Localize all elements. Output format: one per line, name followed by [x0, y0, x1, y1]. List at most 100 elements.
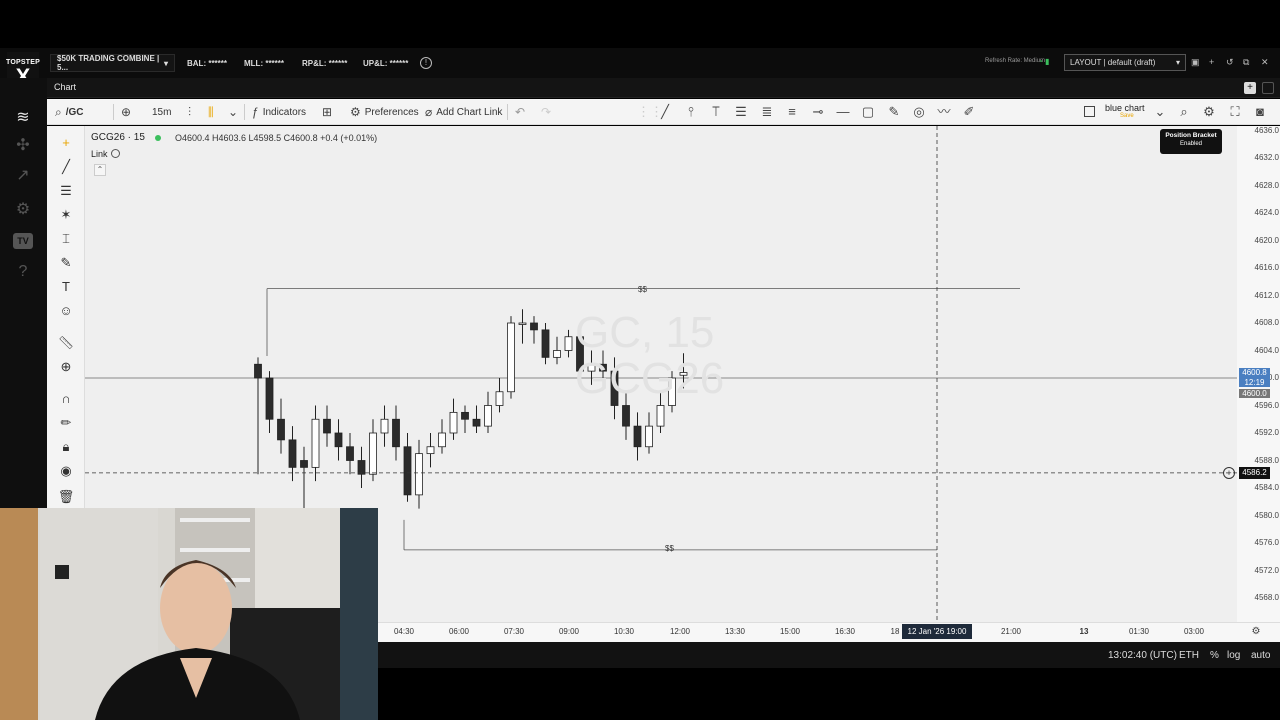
axis-settings-icon[interactable]: ⚙ — [1247, 623, 1265, 641]
circle-tool-icon[interactable]: ◎ — [910, 103, 928, 121]
emoji-icon[interactable]: ☺ — [56, 302, 76, 320]
text-tool-icon[interactable]: ⟙ — [707, 103, 725, 121]
crosshair-icon[interactable]: + — [56, 134, 76, 152]
preferences-button[interactable]: ⚙ Preferences — [350, 99, 419, 125]
add-chart-link-button[interactable]: ⌀ Add Chart Link — [425, 99, 502, 125]
chart-type-dropdown[interactable]: ⌄ — [228, 99, 242, 125]
camera-icon[interactable]: ◙ — [1251, 103, 1269, 121]
zoom-in-icon[interactable]: ⊕ — [56, 358, 76, 376]
trash-icon[interactable]: 🗑︎ — [56, 488, 76, 506]
gear-icon[interactable]: ⚙ — [1200, 103, 1218, 121]
zoom-icon[interactable]: ⌕ — [1175, 103, 1193, 121]
undo-icon[interactable]: ↺ — [1226, 57, 1234, 68]
pitchfork-tool-icon[interactable]: ⫯ — [682, 103, 700, 121]
horizontal-ray-tool-icon[interactable]: ⊸ — [809, 103, 827, 121]
help-nav-icon[interactable]: ? — [11, 262, 35, 282]
network-nav-icon[interactable]: ✣ — [11, 136, 35, 156]
grid-icon: ⊞ — [322, 105, 333, 119]
save-layout-icon[interactable]: ▣ — [1191, 57, 1200, 68]
fib-tool-icon[interactable]: ☰ — [732, 103, 750, 121]
interval-label: 15m — [152, 106, 172, 118]
log-toggle[interactable]: log — [1227, 650, 1240, 661]
candle-body — [461, 411, 469, 420]
fullscreen-icon[interactable]: ⛶ — [1226, 103, 1244, 121]
pen-tool-icon[interactable]: ✐ — [960, 103, 978, 121]
drag-handle-icon[interactable]: ⋮⋮ — [637, 103, 663, 121]
watermark-line-2: GCG26 — [575, 354, 725, 403]
channel-tool-icon[interactable]: ≣ — [758, 103, 776, 121]
bar-style-button[interactable]: ⫶ — [188, 99, 195, 125]
trend-nav-icon[interactable]: ↗ — [11, 166, 35, 186]
measure-icon[interactable]: ⌶ — [56, 230, 76, 248]
candle-style-button[interactable]: ⫼ — [208, 99, 218, 125]
path-tool-icon[interactable]: 〰 — [935, 103, 953, 121]
candle-body — [357, 460, 366, 475]
candle-body — [334, 432, 343, 448]
settings-nav-icon[interactable]: ⚙ — [11, 200, 35, 220]
lock-drawing-icon[interactable]: ✏ — [56, 414, 76, 432]
layout-name[interactable]: blue chart — [1105, 103, 1145, 113]
candle-body — [656, 405, 665, 427]
utc-clock[interactable]: 13:02:40 (UTC) — [1108, 650, 1177, 661]
add-order-icon[interactable]: + — [1223, 467, 1235, 479]
close-icon[interactable]: ✕ — [1261, 57, 1269, 68]
symbol-search[interactable]: ⌕ /GC — [55, 99, 84, 125]
compare-button[interactable]: ⊕ — [121, 99, 135, 125]
pattern-icon[interactable]: ✶ — [56, 206, 76, 224]
session-toggle[interactable]: ETH — [1179, 650, 1199, 661]
collapse-legend-icon[interactable]: ⌃ — [94, 164, 106, 176]
brush-icon[interactable]: ✎ — [56, 254, 76, 272]
candle-body — [254, 363, 262, 379]
rectangle-tool-icon[interactable]: ▢ — [859, 103, 877, 121]
add-panel-icon[interactable]: + — [1244, 82, 1256, 94]
add-icon[interactable]: + — [1209, 57, 1214, 67]
layout-select[interactable]: LAYOUT | default (draft) ▾ — [1064, 54, 1186, 71]
time-axis-label: 10:30 — [613, 627, 635, 636]
balance-metric: BAL: ****** — [187, 58, 228, 68]
price-axis-label: 4572.0 — [1254, 565, 1279, 575]
candle-body — [265, 377, 274, 420]
panel-menu-icon[interactable] — [1262, 82, 1274, 94]
brush-tool-icon[interactable]: ✎ — [885, 103, 903, 121]
candle-body — [311, 418, 320, 468]
lock-icon[interactable]: 🔒︎ — [56, 438, 76, 456]
time-axis-label: 18 — [890, 627, 900, 636]
link-icon: ⌀ — [425, 105, 433, 119]
tradingview-nav-icon[interactable]: TV — [13, 233, 33, 249]
popout-icon[interactable]: ⧉ — [1243, 57, 1249, 68]
mll-metric: MLL: ****** — [244, 58, 285, 68]
magnet-icon[interactable]: ∩ — [56, 390, 76, 408]
tab-chart[interactable]: Chart — [54, 82, 76, 92]
undo-button[interactable]: ↶ — [515, 99, 529, 125]
gear-icon: ⚙ — [350, 105, 361, 119]
line-icon[interactable]: ╱ — [56, 158, 76, 176]
templates-button[interactable]: ⊞ — [322, 99, 336, 125]
layout-select-value: LAYOUT | default (draft) — [1070, 58, 1156, 67]
preferences-label: Preferences — [364, 106, 419, 118]
chevron-down-icon[interactable]: ⌄ — [1151, 103, 1169, 121]
redo-button[interactable]: ↷ — [541, 99, 555, 125]
percent-toggle[interactable]: % — [1210, 650, 1219, 661]
horizontal-line-tool-icon[interactable]: — — [834, 103, 852, 121]
layout-checkbox[interactable] — [1084, 106, 1095, 117]
ruler-icon[interactable]: 📏︎ — [56, 334, 76, 352]
layout-save-label[interactable]: Save — [1120, 113, 1134, 119]
legend-symbol[interactable]: GCG26 · 15 — [91, 132, 145, 143]
trend-line-tool-icon[interactable]: ╱ — [656, 103, 674, 121]
link-toggle[interactable] — [111, 149, 120, 158]
interval-select[interactable]: 15m — [152, 99, 171, 125]
position-bracket-badge[interactable]: Position Bracket Enabled — [1160, 129, 1222, 154]
eye-icon[interactable]: ◉ — [56, 462, 76, 480]
candle-body — [633, 425, 642, 448]
info-icon[interactable]: ! — [420, 57, 432, 69]
account-select[interactable]: $50K TRADING COMBINE | 5... ▾ — [50, 54, 175, 72]
text-icon[interactable]: T — [56, 278, 76, 296]
chart-nav-icon[interactable]: ≋ — [11, 108, 35, 128]
fib-icon[interactable]: ☰ — [56, 182, 76, 200]
candle-body — [426, 446, 435, 455]
time-axis-label: 13:30 — [724, 627, 746, 636]
lower-level-label: $$ — [665, 544, 674, 553]
indicators-button[interactable]: ƒ Indicators — [252, 99, 306, 125]
auto-toggle[interactable]: auto — [1251, 650, 1270, 661]
lines-tool-icon[interactable]: ≡ — [783, 103, 801, 121]
